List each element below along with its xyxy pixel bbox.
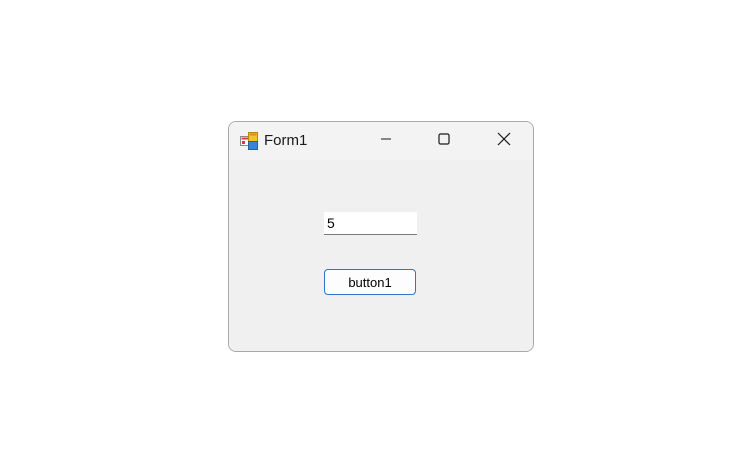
- form1-window: Form1 button1: [228, 121, 534, 352]
- title-bar[interactable]: Form1: [229, 122, 533, 160]
- window-title: Form1: [264, 132, 308, 149]
- maximize-button[interactable]: [415, 122, 473, 160]
- close-icon: [497, 132, 511, 151]
- button1[interactable]: button1: [324, 269, 416, 295]
- minimize-icon: [380, 132, 392, 150]
- form-client-area: button1: [229, 160, 533, 351]
- textbox1[interactable]: [324, 212, 417, 235]
- minimize-button[interactable]: [357, 122, 415, 160]
- maximize-icon: [438, 132, 450, 150]
- close-button[interactable]: [475, 122, 533, 160]
- winforms-app-icon: [240, 132, 258, 150]
